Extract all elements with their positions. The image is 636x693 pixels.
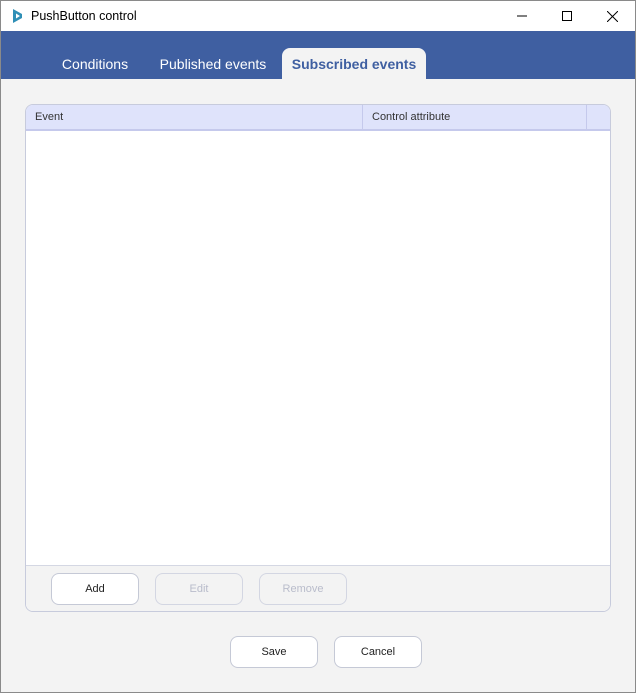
remove-button[interactable]: Remove (259, 573, 347, 605)
column-header-event[interactable]: Event (26, 105, 363, 129)
tab-subscribed-events[interactable]: Subscribed events (282, 48, 426, 79)
maximize-icon (562, 11, 572, 21)
close-icon (606, 10, 618, 22)
column-header-spacer (587, 105, 610, 129)
app-logo-icon (10, 8, 26, 24)
subscribed-events-panel: Event Control attribute Add Edit Remove (25, 104, 611, 612)
dialog-window: PushButton control Conditions Published … (0, 0, 636, 693)
tab-conditions[interactable]: Conditions (48, 48, 142, 79)
minimize-icon (517, 15, 527, 17)
title-bar: PushButton control (1, 1, 635, 31)
grid-action-bar: Add Edit Remove (26, 565, 610, 611)
grid-header: Event Control attribute (26, 105, 610, 131)
edit-button[interactable]: Edit (155, 573, 243, 605)
cancel-button[interactable]: Cancel (334, 636, 422, 668)
tab-published-events[interactable]: Published events (149, 48, 277, 79)
events-grid-body[interactable] (26, 131, 610, 565)
save-button[interactable]: Save (230, 636, 318, 668)
tab-bar: Conditions Published events Subscribed e… (1, 31, 635, 79)
minimize-button[interactable] (499, 1, 545, 31)
maximize-button[interactable] (544, 1, 590, 31)
add-button[interactable]: Add (51, 573, 139, 605)
column-header-control-attribute[interactable]: Control attribute (363, 105, 587, 129)
window-title: PushButton control (31, 9, 137, 23)
close-button[interactable] (589, 1, 635, 31)
